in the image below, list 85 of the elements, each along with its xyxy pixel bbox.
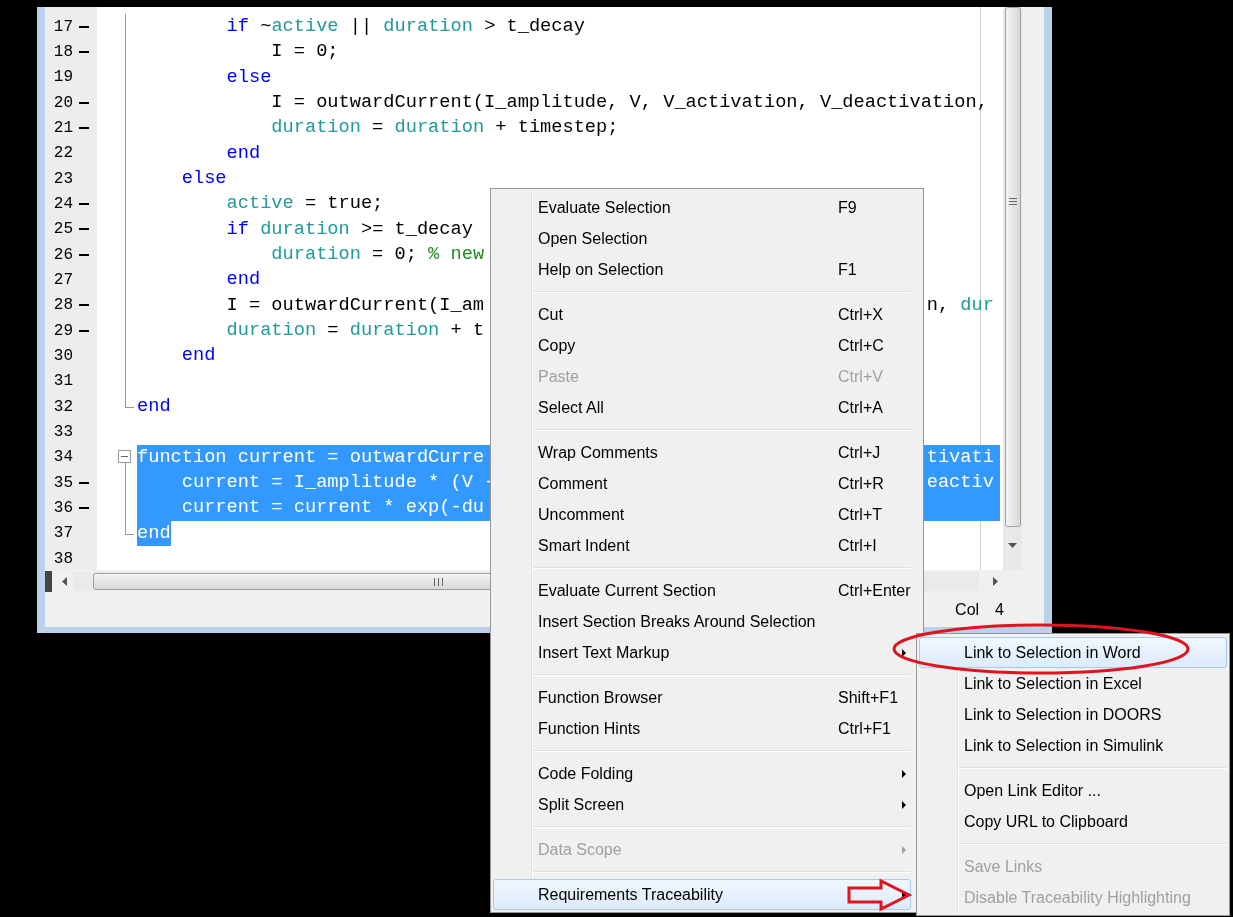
shortcut-label: Ctrl+R [838, 474, 884, 493]
line-number: 29 [52, 321, 73, 340]
shortcut-label: Ctrl+J [838, 443, 881, 462]
code-line: active = true; [225, 191, 384, 217]
code-line: I = 0; [270, 39, 339, 65]
line-number: 36 [52, 498, 73, 517]
line-number: 25 [52, 220, 73, 239]
line-number: 24 [52, 194, 73, 213]
line-number: 26 [52, 245, 73, 264]
line-number: 34 [52, 448, 73, 467]
menu-item-label: Wrap Comments [538, 443, 658, 462]
line-number: 22 [52, 144, 73, 163]
line-number: 27 [52, 270, 73, 289]
code-line: end [225, 140, 261, 166]
menu-item-label: Link to Selection in Excel [964, 674, 1142, 693]
shortcut-label: Ctrl+T [838, 505, 882, 524]
code-line: duration = duration + timestep; [270, 115, 619, 141]
code-line: duration = 0; % new [270, 242, 485, 268]
line-number: 32 [52, 397, 73, 416]
menu-item-label: Save Links [964, 857, 1043, 876]
code-line: if ~active || duration > t_decay [225, 14, 585, 40]
column-label: Col [955, 601, 980, 619]
menu-item-label: Link to Selection in DOORS [964, 705, 1162, 724]
line-number: 18 [52, 43, 73, 61]
menu-item-label: Insert Section Breaks Around Selection [538, 612, 816, 631]
menu-item-label: Function Browser [538, 688, 663, 707]
menu-item-label: Evaluate Selection [538, 198, 671, 217]
code-line: duration = duration + t [225, 318, 485, 344]
column-value: 4 [995, 601, 1004, 619]
line-number: 31 [52, 372, 73, 391]
line-number: 21 [52, 118, 73, 137]
line-number: 28 [52, 296, 73, 315]
code-line: current = current * exp(-du [180, 495, 485, 521]
shortcut-label: Shift+F1 [838, 688, 899, 707]
menu-item-label: Open Link Editor ... [964, 781, 1101, 800]
menu-item-label: Link to Selection in Word [964, 643, 1141, 662]
shortcut-label: Ctrl+Enter [838, 581, 911, 600]
line-number: 20 [52, 93, 73, 112]
menu-item-label: Copy URL to Clipboard [964, 812, 1128, 831]
menu-item-label: Paste [538, 367, 579, 386]
code-line: I = outwardCurrent(I_amplitude, V, V_activation, V_deactivation, [270, 90, 988, 116]
menu-item-label: Requirements Traceability [538, 885, 723, 904]
menu-item-label: Copy [538, 336, 576, 355]
code-line: I = outwardCurrent(I_am [225, 292, 485, 318]
menu-item-label: Help on Selection [538, 260, 664, 279]
code-line: end [180, 343, 216, 369]
code-line: else [225, 64, 272, 90]
line-number: 33 [52, 422, 73, 441]
line-number: 30 [52, 346, 73, 365]
menu-item-label: Comment [538, 474, 608, 493]
menu-item-label: Uncomment [538, 505, 625, 524]
menu-item-label: Evaluate Current Section [538, 581, 716, 600]
shortcut-label: F9 [838, 198, 857, 217]
menu-item-label: Disable Traceability Highlighting [964, 888, 1191, 907]
line-number: 35 [52, 473, 73, 492]
shortcut-label: Ctrl+A [838, 398, 883, 417]
code-line: if duration >= t_decay [225, 216, 473, 242]
code-line: tivati [926, 444, 994, 470]
shortcut-label: Ctrl+X [838, 305, 883, 324]
code-line: n, dur [926, 292, 994, 318]
code-line: eactiv [926, 469, 994, 495]
line-number: 37 [52, 524, 73, 543]
menu-item-label: Split Screen [538, 795, 625, 814]
code-line: end [137, 394, 171, 420]
shortcut-label: Ctrl+C [838, 336, 884, 355]
shortcut-label: Ctrl+F1 [838, 719, 891, 738]
line-number: 23 [52, 169, 73, 188]
menu-item-label: Link to Selection in Simulink [964, 736, 1164, 755]
menu-item-label: Cut [538, 305, 563, 324]
menu-item-label: Data Scope [538, 840, 622, 859]
shortcut-label: Ctrl+V [838, 367, 883, 386]
menu-item-label: Code Folding [538, 764, 634, 783]
menu-item-label: Open Selection [538, 229, 648, 248]
menu-item-label: Select All [538, 398, 604, 417]
menu-item-label: Smart Indent [538, 536, 630, 555]
line-number: 17 [52, 17, 73, 36]
shortcut-label: Ctrl+I [838, 536, 877, 555]
shortcut-label: F1 [838, 260, 857, 279]
code-line: else [180, 166, 227, 192]
menu-item-label: Insert Text Markup [538, 643, 670, 662]
code-line: function current = outwardCurre [137, 444, 485, 470]
menu-item-label: Function Hints [538, 719, 641, 738]
line-number: 19 [52, 68, 73, 87]
code-line: end [225, 267, 261, 293]
line-number: 38 [52, 549, 73, 568]
